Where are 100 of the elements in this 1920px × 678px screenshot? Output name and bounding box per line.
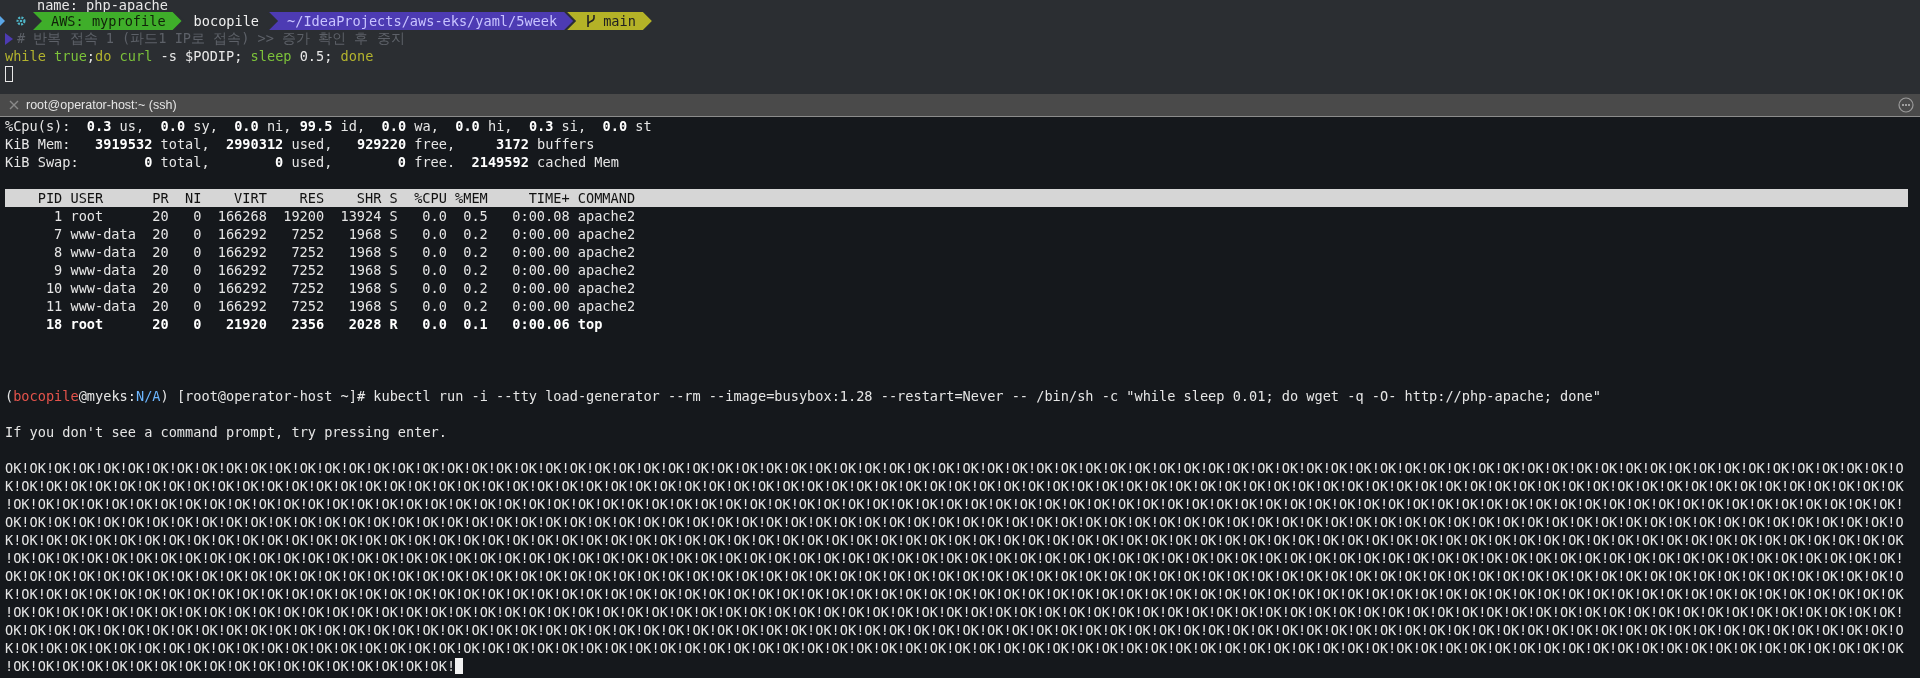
table-cell-text: 0:00.06 xyxy=(511,315,570,333)
table-cell-text: 20 xyxy=(151,315,169,333)
table-cell-text: 0.5 xyxy=(462,207,488,225)
table-cell-text: www-data xyxy=(69,243,137,261)
table-cell-text: S xyxy=(388,297,398,315)
table-cell-text: apache2 xyxy=(576,225,636,243)
table-cell-text: 20 xyxy=(151,225,169,243)
table-cell-text: 7252 xyxy=(290,297,325,315)
table-cell-text: apache2 xyxy=(576,297,636,315)
segment-label: main xyxy=(603,13,636,29)
table-cell-text: 0.1 xyxy=(462,315,488,333)
table-cell-text: 166292 xyxy=(216,243,267,261)
table-cell-text: apache2 xyxy=(576,279,636,297)
output-line: !OK!OK!OK!OK!OK!OK!OK!OK!OK!OK!OK!OK!OK!OK!OK!OK!OK!OK!OK!OK!OK!OK!OK!OK!OK!OK!OK!OK!OK!OK!OK!OK!OK!OK!OK!OK!OK!OK!OK!OK!OK!OK!OK!OK!OK!OK!OK!OK!OK!OK!OK!OK!OK!OK!OK!OK!OK!OK!OK!OK!OK!OK!OK!OK!OK!OK!OK!OK!OK!OK!OK!OK!OK!OK!OK!OK!OK! xyxy=(5,604,1904,620)
column-header: VIRT xyxy=(233,189,267,207)
table-cell-text: 166292 xyxy=(216,225,267,243)
table-cell-text: 2356 xyxy=(290,315,325,333)
table-cell-text: 1968 xyxy=(347,297,382,315)
text-cursor xyxy=(5,66,13,83)
table-cell-text: 0.0 xyxy=(421,225,447,243)
tab-title[interactable]: root@operator-host:~ (ssh) xyxy=(26,98,177,112)
table-cell-text: 0.2 xyxy=(462,225,488,243)
table-cell-text: 166292 xyxy=(216,297,267,315)
output-line: OK!OK!OK!OK!OK!OK!OK!OK!OK!OK!OK!OK!OK!OK!OK!OK!OK!OK!OK!OK!OK!OK!OK!OK!OK!OK!OK!OK!OK!OK!OK!OK!OK!OK!OK!OK!OK!OK!OK!OK!OK!OK!OK!OK!OK!OK!OK!OK!OK!OK!OK!OK!OK!OK!OK!OK!OK!OK!OK!OK!OK!OK!OK!OK!OK!OK!OK!OK!OK!OK!OK!OK!OK!OK!OK!OK!OK!O xyxy=(5,622,1904,638)
table-cell-text: 8 xyxy=(53,243,63,261)
table-cell-text: www-data xyxy=(69,225,137,243)
notice-text: If you don't see a command prompt, try pressing enter. xyxy=(5,423,448,441)
table-cell-text: 7252 xyxy=(290,225,325,243)
table-cell-text: 0.0 xyxy=(421,297,447,315)
table-cell-text: 0:00.00 xyxy=(511,279,570,297)
table-cell-text: 1 xyxy=(53,207,63,225)
table-cell-text: 2028 xyxy=(347,315,382,333)
close-icon[interactable] xyxy=(9,100,19,110)
output-line: OK!OK!OK!OK!OK!OK!OK!OK!OK!OK!OK!OK!OK!OK!OK!OK!OK!OK!OK!OK!OK!OK!OK!OK!OK!OK!OK!OK!OK!OK!OK!OK!OK!OK!OK!OK!OK!OK!OK!OK!OK!OK!OK!OK!OK!OK!OK!OK!OK!OK!OK!OK!OK!OK!OK!OK!OK!OK!OK!OK!OK!OK!OK!OK!OK!OK!OK!OK!OK!OK!OK!OK!OK!OK!OK!OK!OK!O xyxy=(5,514,1904,530)
table-cell-text: 0.2 xyxy=(462,243,488,261)
table-cell-text: 20 xyxy=(151,279,169,297)
prompt-arrow-icon xyxy=(5,32,13,45)
table-cell-text: 19200 xyxy=(282,207,325,225)
table-cell-text: 0.0 xyxy=(421,207,447,225)
command-text: while true;do curl -s $PODIP; sleep 0.5; done xyxy=(5,47,374,65)
stats-line: %Cpu(s): 0.3 us, 0.0 sy, 0.0 ni, 99.5 id, 0.0 wa, 0.0 hi, 0.3 si, 0.0 st xyxy=(5,117,653,135)
table-cell-text: 0.0 xyxy=(421,315,447,333)
table-cell-text: apache2 xyxy=(576,261,636,279)
text-cursor xyxy=(455,658,464,674)
table-cell-text: 0:00.00 xyxy=(511,225,570,243)
table-cell-text: S xyxy=(388,243,398,261)
table-cell-text: 166292 xyxy=(216,279,267,297)
column-header: NI xyxy=(184,189,202,207)
table-cell-text: S xyxy=(388,225,398,243)
table-cell-text: top xyxy=(576,315,603,333)
table-cell-text: 0.0 xyxy=(421,279,447,297)
column-header: PR xyxy=(151,189,169,207)
table-cell-text: root xyxy=(69,315,105,333)
clipped-line: name: php-apache xyxy=(36,0,169,13)
table-cell-text: 166292 xyxy=(216,261,267,279)
table-cell-text: 0 xyxy=(192,297,202,315)
table-cell-text: 0.2 xyxy=(462,279,488,297)
table-cell-text: 21920 xyxy=(224,315,267,333)
table-cell-text: 18 xyxy=(44,315,63,333)
table-cell-text: 0 xyxy=(192,225,202,243)
table-cell-text: 10 xyxy=(44,279,63,297)
command-line: (bocopile@myeks:N/A) [root@operator-host ~]# kubectl run -i --tty load-generator --rm --image=busybox:1.28 --restart=Never -- /bin/sh -c "while sleep 0.01; do wget -q -O- http://php-apache; done" xyxy=(5,387,1602,405)
prompt-arrow-icon xyxy=(0,16,5,26)
segment-label: bocopile xyxy=(193,13,260,29)
table-cell-text: 20 xyxy=(151,297,169,315)
output-line: K!OK!OK!OK!OK!OK!OK!OK!OK!OK!OK!OK!OK!OK!OK!OK!OK!OK!OK!OK!OK!OK!OK!OK!OK!OK!OK!OK!OK!OK!OK!OK!OK!OK!OK!OK!OK!OK!OK!OK!OK!OK!OK!OK!OK!OK!OK!OK!OK!OK!OK!OK!OK!OK!OK!OK!OK!OK!OK!OK!OK!OK!OK!OK!OK!OK!OK!OK!OK!OK!OK!OK!OK!OK!OK!OK!OK!OK xyxy=(5,532,1904,548)
table-cell-text: root xyxy=(69,207,105,225)
output-line: !OK!OK!OK!OK!OK!OK!OK!OK!OK!OK!OK!OK!OK!OK!OK!OK!OK!OK! xyxy=(5,658,456,674)
table-cell-text: S xyxy=(388,261,398,279)
table-cell-text: 0 xyxy=(192,207,202,225)
segment-label: ~/IdeaProjects/aws-eks/yaml/5week xyxy=(287,13,558,29)
output-line: K!OK!OK!OK!OK!OK!OK!OK!OK!OK!OK!OK!OK!OK!OK!OK!OK!OK!OK!OK!OK!OK!OK!OK!OK!OK!OK!OK!OK!OK!OK!OK!OK!OK!OK!OK!OK!OK!OK!OK!OK!OK!OK!OK!OK!OK!OK!OK!OK!OK!OK!OK!OK!OK!OK!OK!OK!OK!OK!OK!OK!OK!OK!OK!OK!OK!OK!OK!OK!OK!OK!OK!OK!OK!OK!OK!OK!OK xyxy=(5,586,1904,602)
column-header: PID xyxy=(36,189,63,207)
output-line: !OK!OK!OK!OK!OK!OK!OK!OK!OK!OK!OK!OK!OK!OK!OK!OK!OK!OK!OK!OK!OK!OK!OK!OK!OK!OK!OK!OK!OK!OK!OK!OK!OK!OK!OK!OK!OK!OK!OK!OK!OK!OK!OK!OK!OK!OK!OK!OK!OK!OK!OK!OK!OK!OK!OK!OK!OK!OK!OK!OK!OK!OK!OK!OK!OK!OK!OK!OK!OK!OK!OK!OK!OK!OK!OK!OK!OK! xyxy=(5,496,1904,512)
stats-line: KiB Swap: 0 total, 0 used, 0 free. 2149592 cached Mem xyxy=(5,153,620,171)
table-cell-text: 166268 xyxy=(216,207,267,225)
table-cell-text: 7252 xyxy=(290,279,325,297)
column-header: TIME+ xyxy=(527,189,570,207)
column-header: SHR xyxy=(355,189,382,207)
more-icon[interactable] xyxy=(1898,97,1914,113)
table-cell-text: 0:00.00 xyxy=(511,243,570,261)
output-line: OK!OK!OK!OK!OK!OK!OK!OK!OK!OK!OK!OK!OK!OK!OK!OK!OK!OK!OK!OK!OK!OK!OK!OK!OK!OK!OK!OK!OK!OK!OK!OK!OK!OK!OK!OK!OK!OK!OK!OK!OK!OK!OK!OK!OK!OK!OK!OK!OK!OK!OK!OK!OK!OK!OK!OK!OK!OK!OK!OK!OK!OK!OK!OK!OK!OK!OK!OK!OK!OK!OK!OK!OK!OK!OK!OK!OK!O xyxy=(5,568,1904,584)
branch-icon xyxy=(585,14,598,28)
table-cell-text: 0.0 xyxy=(421,261,447,279)
output-line: OK!OK!OK!OK!OK!OK!OK!OK!OK!OK!OK!OK!OK!OK!OK!OK!OK!OK!OK!OK!OK!OK!OK!OK!OK!OK!OK!OK!OK!OK!OK!OK!OK!OK!OK!OK!OK!OK!OK!OK!OK!OK!OK!OK!OK!OK!OK!OK!OK!OK!OK!OK!OK!OK!OK!OK!OK!OK!OK!OK!OK!OK!OK!OK!OK!OK!OK!OK!OK!OK!OK!OK!OK!OK!OK!OK!OK!O xyxy=(5,460,1904,476)
table-cell-text: S xyxy=(388,279,398,297)
table-cell-text: apache2 xyxy=(576,243,636,261)
table-cell-text: 1968 xyxy=(347,225,382,243)
table-cell-text: 0 xyxy=(192,261,202,279)
table-cell-text: 7252 xyxy=(290,243,325,261)
gear-icon xyxy=(15,15,27,27)
table-cell-text: 0.2 xyxy=(462,261,488,279)
output-line: !OK!OK!OK!OK!OK!OK!OK!OK!OK!OK!OK!OK!OK!OK!OK!OK!OK!OK!OK!OK!OK!OK!OK!OK!OK!OK!OK!OK!OK!OK!OK!OK!OK!OK!OK!OK!OK!OK!OK!OK!OK!OK!OK!OK!OK!OK!OK!OK!OK!OK!OK!OK!OK!OK!OK!OK!OK!OK!OK!OK!OK!OK!OK!OK!OK!OK!OK!OK!OK!OK!OK!OK!OK!OK!OK!OK!OK! xyxy=(5,550,1904,566)
table-cell-text: 9 xyxy=(53,261,63,279)
column-header: S xyxy=(388,189,398,207)
table-cell-text: 20 xyxy=(151,261,169,279)
column-header: %MEM xyxy=(454,189,488,207)
table-cell-text: 0.0 xyxy=(421,243,447,261)
table-cell-text: 0 xyxy=(192,243,202,261)
table-cell-text: 20 xyxy=(151,243,169,261)
